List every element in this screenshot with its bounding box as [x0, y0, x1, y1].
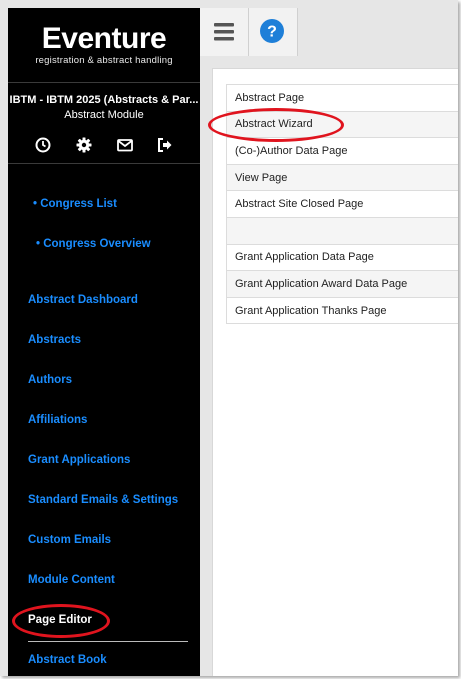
help-button[interactable]: ?: [249, 8, 298, 56]
table-cell[interactable]: (Co-)Author Data Page: [226, 137, 458, 165]
menu-toggle-button[interactable]: [200, 8, 249, 56]
sidebar: Eventure registration & abstract handlin…: [8, 8, 200, 676]
table-cell: [226, 216, 458, 245]
table-row[interactable]: Abstract Page: [226, 84, 458, 112]
sidebar-item-grant-applications[interactable]: Grant Applications: [28, 454, 130, 466]
header-icon-row: [8, 136, 200, 156]
svg-text:?: ?: [267, 24, 277, 41]
hamburger-icon: [214, 23, 234, 41]
sidebar-item-authors[interactable]: Authors: [28, 374, 72, 386]
table-row[interactable]: Abstract Site Closed Page: [226, 190, 458, 218]
sidebar-item-abstract-book[interactable]: Abstract Book: [28, 654, 107, 666]
table-cell[interactable]: View Page: [226, 163, 458, 192]
table-row[interactable]: Abstract Wizard: [226, 110, 458, 139]
sidebar-item-abstract-dashboard[interactable]: Abstract Dashboard: [28, 294, 138, 306]
module-title: Abstract Module: [64, 109, 144, 121]
sidebar-item-congress-overview[interactable]: • Congress Overview: [36, 238, 151, 250]
table-cell[interactable]: Abstract Page: [226, 84, 458, 112]
event-title: IBTM - IBTM 2025 (Abstracts & Par...: [9, 94, 199, 106]
sidebar-item-affiliations[interactable]: Affiliations: [28, 414, 87, 426]
sidebar-item-custom-emails[interactable]: Custom Emails: [28, 534, 111, 546]
pages-table: Abstract Page Abstract Wizard (Co-)Autho…: [226, 84, 458, 325]
table-cell[interactable]: Grant Application Award Data Page: [226, 270, 458, 298]
table-row: [226, 216, 458, 245]
help-icon: ?: [260, 19, 284, 43]
divider: [8, 82, 200, 83]
table-cell[interactable]: Grant Application Thanks Page: [226, 296, 458, 325]
app-window: Eventure registration & abstract handlin…: [0, 0, 458, 676]
table-row[interactable]: View Page: [226, 163, 458, 192]
table-cell[interactable]: Grant Application Data Page: [226, 243, 458, 272]
logo: Eventure registration & abstract handlin…: [8, 22, 200, 67]
sidebar-item-page-editor[interactable]: Page Editor: [28, 614, 92, 626]
logo-tagline: registration & abstract handling: [35, 55, 173, 66]
divider: [8, 163, 200, 164]
table-row[interactable]: Grant Application Thanks Page: [226, 296, 458, 325]
sidebar-item-abstracts[interactable]: Abstracts: [28, 334, 81, 346]
envelope-icon[interactable]: [116, 136, 134, 154]
table-cell[interactable]: Abstract Wizard: [226, 110, 458, 139]
logo-name: Eventure: [41, 22, 167, 55]
table-row[interactable]: (Co-)Author Data Page: [226, 137, 458, 165]
gear-icon[interactable]: [75, 136, 93, 154]
table-row[interactable]: Grant Application Data Page: [226, 243, 458, 272]
sidebar-item-standard-emails-settings[interactable]: Standard Emails & Settings: [28, 494, 178, 506]
clock-icon[interactable]: [34, 136, 52, 154]
table-cell[interactable]: Abstract Site Closed Page: [226, 190, 458, 218]
sidebar-item-congress-list[interactable]: • Congress List: [33, 198, 117, 210]
table-row[interactable]: Grant Application Award Data Page: [226, 270, 458, 298]
sidebar-item-module-content[interactable]: Module Content: [28, 574, 115, 586]
active-item-underline: [28, 641, 188, 642]
logout-icon[interactable]: [156, 136, 174, 154]
